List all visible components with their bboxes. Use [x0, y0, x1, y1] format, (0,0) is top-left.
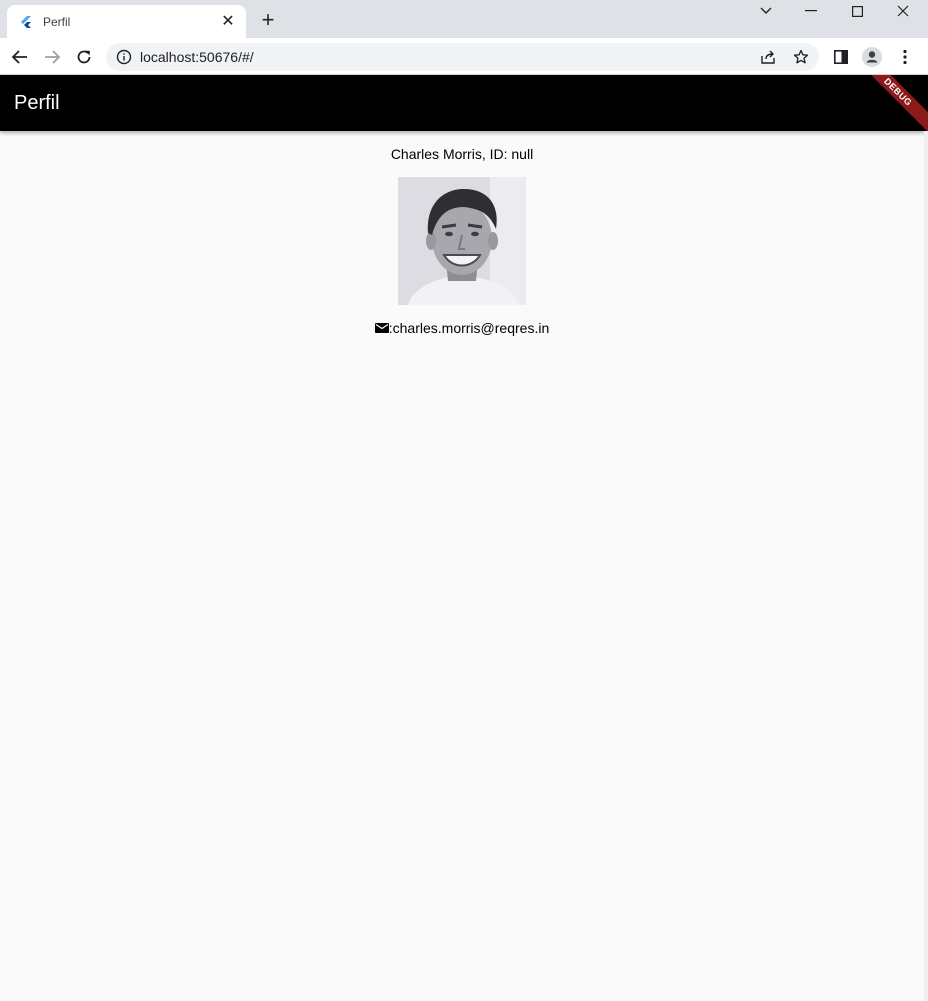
address-bar[interactable]: localhost:50676/#/: [106, 43, 819, 71]
page-scrollbar[interactable]: [924, 131, 928, 1001]
more-menu-icon[interactable]: [895, 47, 915, 67]
forward-arrow-icon[interactable]: [41, 46, 63, 68]
profile-photo: [398, 177, 526, 305]
tab-strip: Perfil ✕ +: [0, 0, 928, 38]
share-icon[interactable]: [760, 49, 776, 65]
profile-content: Charles Morris, ID: null:charles.morris…: [0, 131, 928, 1001]
app-title: Perfil: [14, 92, 60, 114]
app-bar: Perfil DEBUG: [0, 75, 928, 131]
tab-search-chevron-down-icon[interactable]: [743, 0, 789, 22]
tab-title: Perfil: [43, 14, 71, 29]
bookmark-star-icon[interactable]: [793, 49, 809, 65]
browser-tab[interactable]: Perfil ✕: [7, 5, 246, 38]
reload-icon[interactable]: [73, 46, 95, 68]
url-text: localhost:50676/#/: [140, 49, 254, 65]
site-info-icon[interactable]: [116, 49, 132, 65]
browser-toolbar: localhost:50676/#/: [0, 38, 928, 75]
mail-icon: [374, 321, 389, 335]
side-panel-icon[interactable]: [831, 47, 851, 67]
debug-banner: DEBUG: [850, 75, 928, 131]
flutter-favicon-icon: [19, 15, 33, 29]
profile-name: Charles Morris, ID: null: [390, 146, 534, 162]
close-tab-icon[interactable]: ✕: [220, 13, 236, 30]
new-tab-button[interactable]: +: [258, 9, 278, 31]
profile-avatar-icon[interactable]: [862, 47, 882, 67]
window-close-icon[interactable]: [880, 0, 926, 22]
email-row: :charles.morris@reqres.in: [0, 320, 924, 336]
minimize-icon[interactable]: [788, 0, 834, 22]
profile-email: :charles.morris@reqres.in: [388, 320, 550, 336]
back-arrow-icon[interactable]: [9, 46, 31, 68]
maximize-icon[interactable]: [834, 0, 880, 22]
